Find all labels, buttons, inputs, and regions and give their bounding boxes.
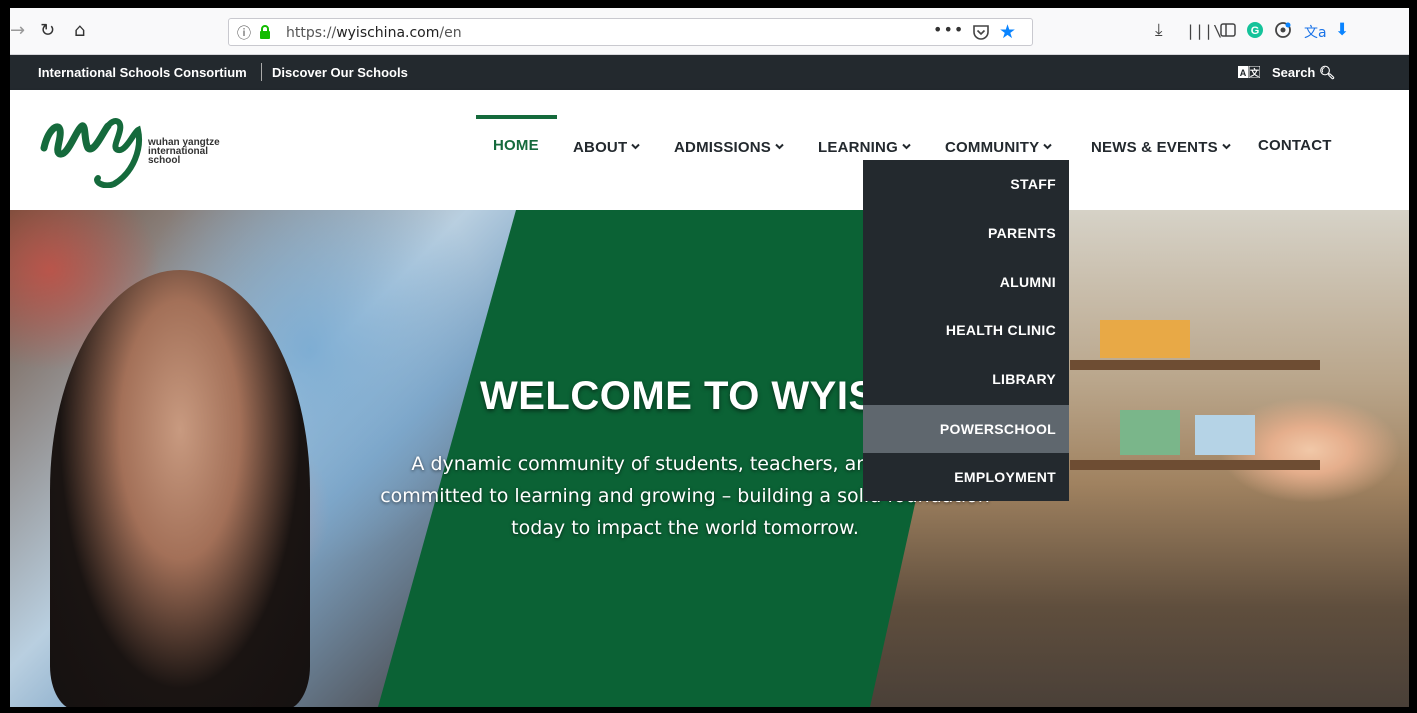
bookmark-star-icon[interactable]: ★ [999,21,1016,43]
hero-banner: WELCOME TO WYIS A dynamic community of s… [10,210,1409,707]
community-dropdown: STAFF PARENTS ALUMNI HEALTH CLINIC LIBRA… [863,160,1069,501]
url-bar[interactable]: ⓘ https://wyischina.com/en ••• ★ [228,18,1033,46]
active-indicator [476,115,557,119]
nav-contact[interactable]: CONTACT [1258,137,1332,154]
logo-mark [40,118,142,189]
forward-icon[interactable]: → [10,21,25,41]
chevron-down-icon [1043,137,1053,154]
site-info-icon[interactable]: ⓘ [237,23,251,43]
nav-label: COMMUNITY [945,139,1040,156]
nav-label: LEARNING [818,139,898,156]
nav-community[interactable]: COMMUNITY [945,137,1053,156]
chevron-down-icon [902,137,911,154]
sidebar-icon[interactable] [1220,22,1236,38]
chevron-down-icon [631,137,641,154]
nav-about[interactable]: ABOUT [573,137,641,156]
browser-window: → ↻ ⌂ ⓘ https://wyischina.com/en ••• ★ ⤓… [10,8,1409,707]
nav-label: NEWS & EVENTS [1091,139,1218,156]
nav-admissions[interactable]: ADMISSIONS [674,137,784,156]
nav-learning[interactable]: LEARNING [818,137,911,156]
translate-icon[interactable]: 文a [1304,22,1327,42]
site-header: wuhan yangtze international school HOME … [10,90,1409,210]
language-icon[interactable]: A 文 [1238,66,1260,78]
svg-text:G: G [1251,25,1260,37]
search-link[interactable]: Search 🔍︎ [1272,65,1336,81]
svg-text:文: 文 [1249,67,1260,78]
downloads-icon[interactable]: ⤓ [1155,20,1163,40]
page-actions-icon[interactable]: ••• [933,20,964,39]
reload-icon[interactable]: ↻ [40,21,55,41]
browser-toolbar: → ↻ ⌂ ⓘ https://wyischina.com/en ••• ★ ⤓… [10,8,1409,55]
discover-schools-link[interactable]: Discover Our Schools [272,65,408,80]
nav-label: ABOUT [573,139,628,156]
menu-item-staff[interactable]: STAFF [863,160,1069,208]
url-text[interactable]: https://wyischina.com/en [286,25,462,41]
school-logo[interactable]: wuhan yangtze international school [38,108,238,189]
svg-text:A: A [1240,68,1247,78]
home-icon[interactable]: ⌂ [74,21,85,41]
menu-item-employment[interactable]: EMPLOYMENT [863,453,1069,501]
divider [261,63,262,81]
consortium-link[interactable]: International Schools Consortium [38,65,247,80]
tagline-line: today to impact the world tomorrow. [511,517,859,539]
nav-label: CONTACT [1258,137,1332,154]
utility-bar: International Schools Consortium Discove… [10,55,1409,90]
grammarly-icon[interactable]: G [1246,21,1264,39]
pocket-icon[interactable] [972,23,990,41]
menu-item-powerschool[interactable]: POWERSCHOOL [863,405,1069,453]
chevron-down-icon [1222,137,1231,154]
nav-label: HOME [493,137,539,154]
search-icon: 🔍︎ [1319,65,1336,80]
nav-home[interactable]: HOME [493,137,539,154]
nav-label: ADMISSIONS [674,139,772,156]
menu-item-parents[interactable]: PARENTS [863,209,1069,257]
logo-text: wuhan yangtze international school [148,138,220,166]
library-icon[interactable]: |||\ [1186,22,1222,40]
search-label: Search [1272,65,1316,80]
hero-heading: WELCOME TO WYIS [480,374,876,418]
menu-item-alumni[interactable]: ALUMNI [863,258,1069,306]
nav-news-events[interactable]: NEWS & EVENTS [1091,137,1231,156]
chevron-down-icon [775,137,784,154]
logo-line: school [148,155,181,166]
download-arrow-icon[interactable]: ⬇ [1335,20,1349,40]
menu-item-health-clinic[interactable]: HEALTH CLINIC [863,306,1069,354]
extension-icon[interactable] [1274,21,1292,39]
lock-icon [260,25,270,39]
menu-item-library[interactable]: LIBRARY [863,355,1069,403]
